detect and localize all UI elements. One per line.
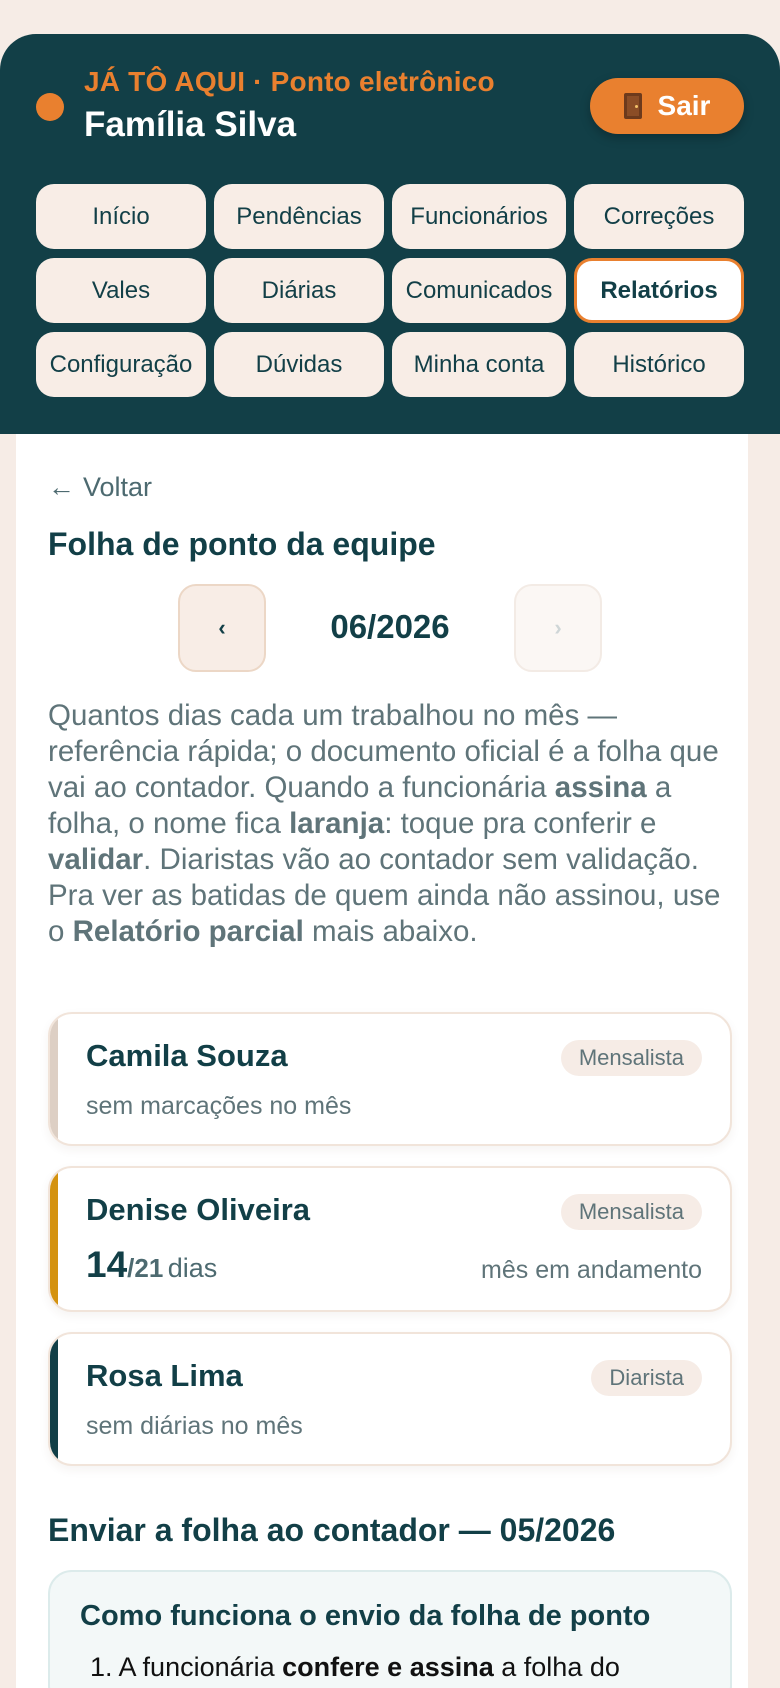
- employee-status: mês em andamento: [481, 1256, 702, 1284]
- month-label: 06/2026: [330, 608, 450, 645]
- chevron-left-icon: ‹: [218, 615, 226, 640]
- employee-type-badge: Mensalista: [560, 1040, 702, 1076]
- nav-item-relatorios[interactable]: Relatórios: [574, 258, 744, 323]
- nav-item-comunicados[interactable]: Comunicados: [392, 258, 566, 323]
- chevron-right-icon: ›: [554, 615, 562, 640]
- brand-dot-icon: [36, 93, 64, 121]
- family-name: Família Silva: [84, 105, 297, 144]
- nav-item-correcoes[interactable]: Correções: [574, 184, 744, 249]
- employee-card[interactable]: Rosa Lima Diarista sem diárias no mês: [48, 1332, 732, 1466]
- send-section-title: Enviar a folha ao contador — 05/2026: [48, 1512, 616, 1548]
- logout-button[interactable]: Sair: [590, 78, 744, 134]
- door-icon: [623, 93, 642, 119]
- info-step: 1. A funcionária confere e assina a folh…: [90, 1652, 620, 1682]
- nav-item-configuracao[interactable]: Configuração: [36, 332, 206, 397]
- nav-item-duvidas[interactable]: Dúvidas: [214, 332, 384, 397]
- back-link[interactable]: ← Voltar: [48, 472, 152, 503]
- arrow-left-icon: ←: [48, 472, 75, 502]
- employee-note: sem diárias no mês: [86, 1412, 303, 1440]
- employee-type-badge: Diarista: [591, 1360, 702, 1396]
- nav-item-vales[interactable]: Vales: [36, 258, 206, 323]
- nav-item-pendencias[interactable]: Pendências: [214, 184, 384, 249]
- prev-month-button[interactable]: ‹: [178, 584, 266, 672]
- next-month-button[interactable]: ›: [514, 584, 602, 672]
- employee-name: Camila Souza: [86, 1038, 288, 1073]
- brand-tagline: JÁ TÔ AQUI · Ponto eletrônico: [84, 66, 495, 97]
- employee-card[interactable]: Camila Souza Mensalista sem marcações no…: [48, 1012, 732, 1146]
- card-accent: [50, 1334, 58, 1464]
- nav-item-inicio[interactable]: Início: [36, 184, 206, 249]
- main-nav: Início Pendências Funcionários Correções…: [36, 184, 744, 397]
- employee-note: sem marcações no mês: [86, 1092, 352, 1120]
- nav-item-minha-conta[interactable]: Minha conta: [392, 332, 566, 397]
- nav-item-funcionarios[interactable]: Funcionários: [392, 184, 566, 249]
- send-info-box: Como funciona o envio da folha de ponto …: [48, 1570, 732, 1688]
- back-label: Voltar: [83, 472, 153, 502]
- intro-text: Quantos dias cada um trabalhou no mês — …: [48, 699, 721, 948]
- employee-name: Denise Oliveira: [86, 1192, 311, 1227]
- nav-item-historico[interactable]: Histórico: [574, 332, 744, 397]
- employee-name: Rosa Lima: [86, 1358, 243, 1393]
- employee-type-badge: Mensalista: [560, 1194, 702, 1230]
- employee-card[interactable]: Denise Oliveira Mensalista 14/21 dias mê…: [48, 1166, 732, 1312]
- card-accent: [50, 1168, 58, 1310]
- card-accent: [50, 1014, 58, 1144]
- employee-day-count: 14/21 dias: [86, 1244, 218, 1285]
- page-title: Folha de ponto da equipe: [48, 526, 436, 562]
- logout-label: Sair: [657, 90, 711, 121]
- nav-item-diarias[interactable]: Diárias: [214, 258, 384, 323]
- info-title: Como funciona o envio da folha de ponto: [80, 1600, 651, 1632]
